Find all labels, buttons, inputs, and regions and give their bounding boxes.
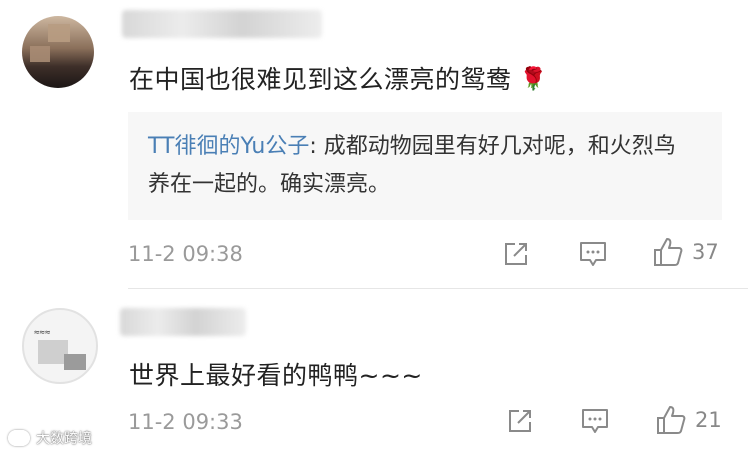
comment-icon: [582, 409, 608, 433]
comment-text: 在中国也很难见到这么漂亮的鸳鸯 🌹: [129, 60, 547, 96]
username-blurred[interactable]: [122, 10, 322, 38]
comment-icon: [580, 242, 606, 266]
like-button[interactable]: 21: [655, 404, 722, 436]
reply-author-link[interactable]: TT徘徊的Yu公子: [148, 134, 309, 159]
avatar-pixel: ≈≈≈: [34, 328, 51, 338]
avatar[interactable]: ≈≈≈: [22, 308, 98, 384]
like-button[interactable]: 37: [652, 236, 719, 268]
share-button[interactable]: [502, 240, 530, 268]
comment-text: 世界上最好看的鸭鸭~~~: [129, 361, 423, 390]
watermark-text: 大数跨境: [36, 431, 92, 447]
reply-separator: :: [309, 134, 324, 159]
comment-item: 在中国也很难见到这么漂亮的鸳鸯 🌹 TT徘徊的Yu公子: 成都动物园里有好几对呢，…: [0, 0, 748, 288]
reply-preview[interactable]: TT徘徊的Yu公子: 成都动物园里有好几对呢，和火烈鸟养在一起的。确实漂亮。: [128, 112, 722, 220]
avatar-pixel: [64, 354, 86, 370]
like-icon: [657, 406, 686, 434]
like-count: 37: [692, 240, 719, 264]
timestamp: 11-2 09:38: [128, 242, 243, 266]
share-button[interactable]: [506, 407, 534, 435]
rose-icon: 🌹: [519, 67, 548, 92]
reply-text: TT徘徊的Yu公子: 成都动物园里有好几对呢，和火烈鸟养在一起的。确实漂亮。: [148, 128, 688, 204]
divider: [128, 288, 748, 289]
like-count: 21: [695, 408, 722, 432]
share-icon: [505, 243, 527, 265]
avatar[interactable]: [22, 16, 94, 88]
comment-button[interactable]: [578, 240, 608, 268]
comment-text-content: 在中国也很难见到这么漂亮的鸳鸯: [129, 65, 512, 94]
avatar-pixel: [30, 46, 50, 62]
like-icon: [654, 238, 683, 266]
avatar-pixel: [48, 24, 70, 42]
timestamp: 11-2 09:33: [128, 410, 243, 434]
comment-button[interactable]: [580, 407, 610, 435]
username-blurred[interactable]: [120, 308, 246, 336]
watermark-logo-icon: [8, 430, 30, 446]
watermark: 大数跨境: [8, 428, 92, 448]
share-icon: [509, 410, 531, 432]
